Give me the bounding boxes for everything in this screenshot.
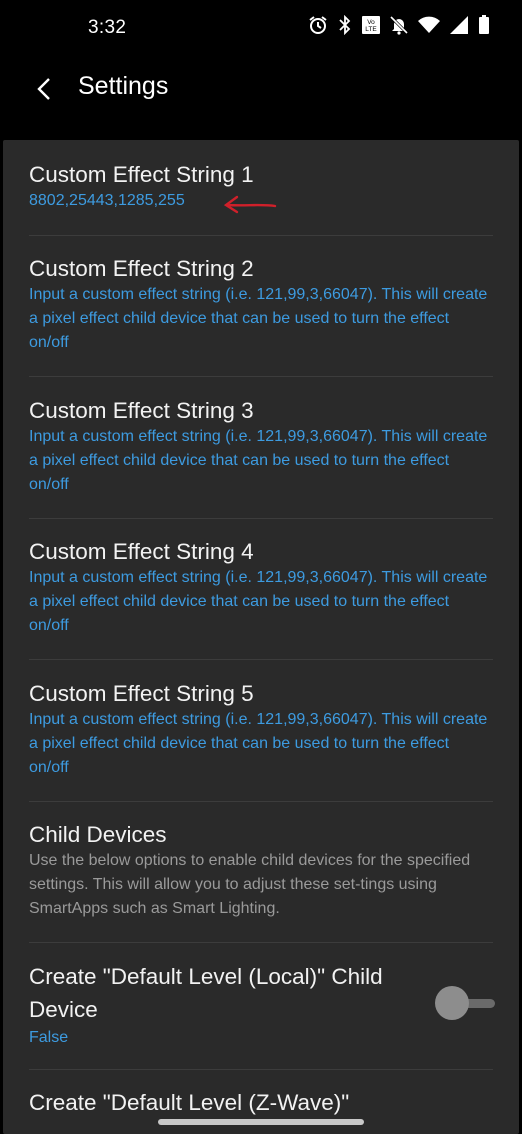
- setting-title: Create "Default Level (Z-Wave)": [29, 1090, 350, 1115]
- status-time: 3:32: [88, 17, 127, 38]
- setting-description: Input a custom effect string (i.e. 121,9…: [29, 569, 488, 634]
- setting-title: Custom Effect String 4: [29, 539, 254, 564]
- status-bar: 3:32 Vo LTE: [0, 0, 522, 56]
- setting-title: Custom Effect String 2: [29, 256, 254, 281]
- page-title: Settings: [78, 72, 169, 100]
- setting-custom-effect-4[interactable]: Custom Effect String 4 Input a custom ef…: [29, 535, 493, 638]
- status-icons: Vo LTE: [308, 15, 490, 35]
- alarm-icon: [309, 16, 327, 34]
- setting-default-level-local[interactable]: Create "Default Level (Local)" Child Dev…: [29, 960, 429, 1050]
- setting-description: Input a custom effect string (i.e. 121,9…: [29, 286, 488, 351]
- setting-custom-effect-5[interactable]: Custom Effect String 5 Input a custom ef…: [29, 677, 493, 780]
- setting-value: False: [29, 1029, 69, 1046]
- svg-text:LTE: LTE: [365, 26, 377, 33]
- gesture-nav-bar[interactable]: [158, 1119, 364, 1125]
- battery-icon: [479, 15, 489, 34]
- divider: [29, 376, 493, 377]
- setting-title: Custom Effect String 5: [29, 681, 254, 706]
- toggle-thumb: [435, 986, 469, 1020]
- divider: [29, 659, 493, 660]
- setting-title: Custom Effect String 1: [29, 162, 254, 187]
- setting-title: Custom Effect String 3: [29, 398, 254, 423]
- divider: [29, 801, 493, 802]
- volte-icon: VoLTE: [362, 16, 380, 34]
- setting-title: Create "Default Level (Local)" Child Dev…: [29, 964, 383, 1022]
- section-title: Child Devices: [29, 822, 167, 847]
- setting-description: Input a custom effect string (i.e. 121,9…: [29, 711, 488, 776]
- section-description: Use the below options to enable child de…: [29, 852, 471, 917]
- settings-list[interactable]: Custom Effect String 1 8802,25443,1285,2…: [3, 140, 519, 1134]
- divider: [29, 235, 493, 236]
- bluetooth-icon: [339, 15, 351, 35]
- setting-custom-effect-1[interactable]: Custom Effect String 1 8802,25443,1285,2…: [29, 158, 493, 214]
- svg-text:Vo: Vo: [367, 19, 375, 26]
- section-child-devices: Child Devices Use the below options to e…: [29, 818, 493, 921]
- back-arrow-icon[interactable]: [30, 74, 60, 104]
- setting-default-level-zwave[interactable]: Create "Default Level (Z-Wave)": [29, 1086, 493, 1119]
- app-bar: Settings: [0, 56, 522, 140]
- mute-icon: [390, 15, 408, 35]
- divider: [29, 1069, 493, 1070]
- divider: [29, 942, 493, 943]
- setting-description: Input a custom effect string (i.e. 121,9…: [29, 428, 488, 493]
- setting-custom-effect-3[interactable]: Custom Effect String 3 Input a custom ef…: [29, 394, 493, 497]
- wifi-icon: [418, 16, 440, 33]
- red-arrow-annotation-icon: [223, 195, 277, 214]
- divider: [29, 518, 493, 519]
- setting-custom-effect-2[interactable]: Custom Effect String 2 Input a custom ef…: [29, 252, 493, 355]
- default-level-local-toggle[interactable]: [435, 986, 497, 1022]
- signal-icon: [450, 16, 468, 34]
